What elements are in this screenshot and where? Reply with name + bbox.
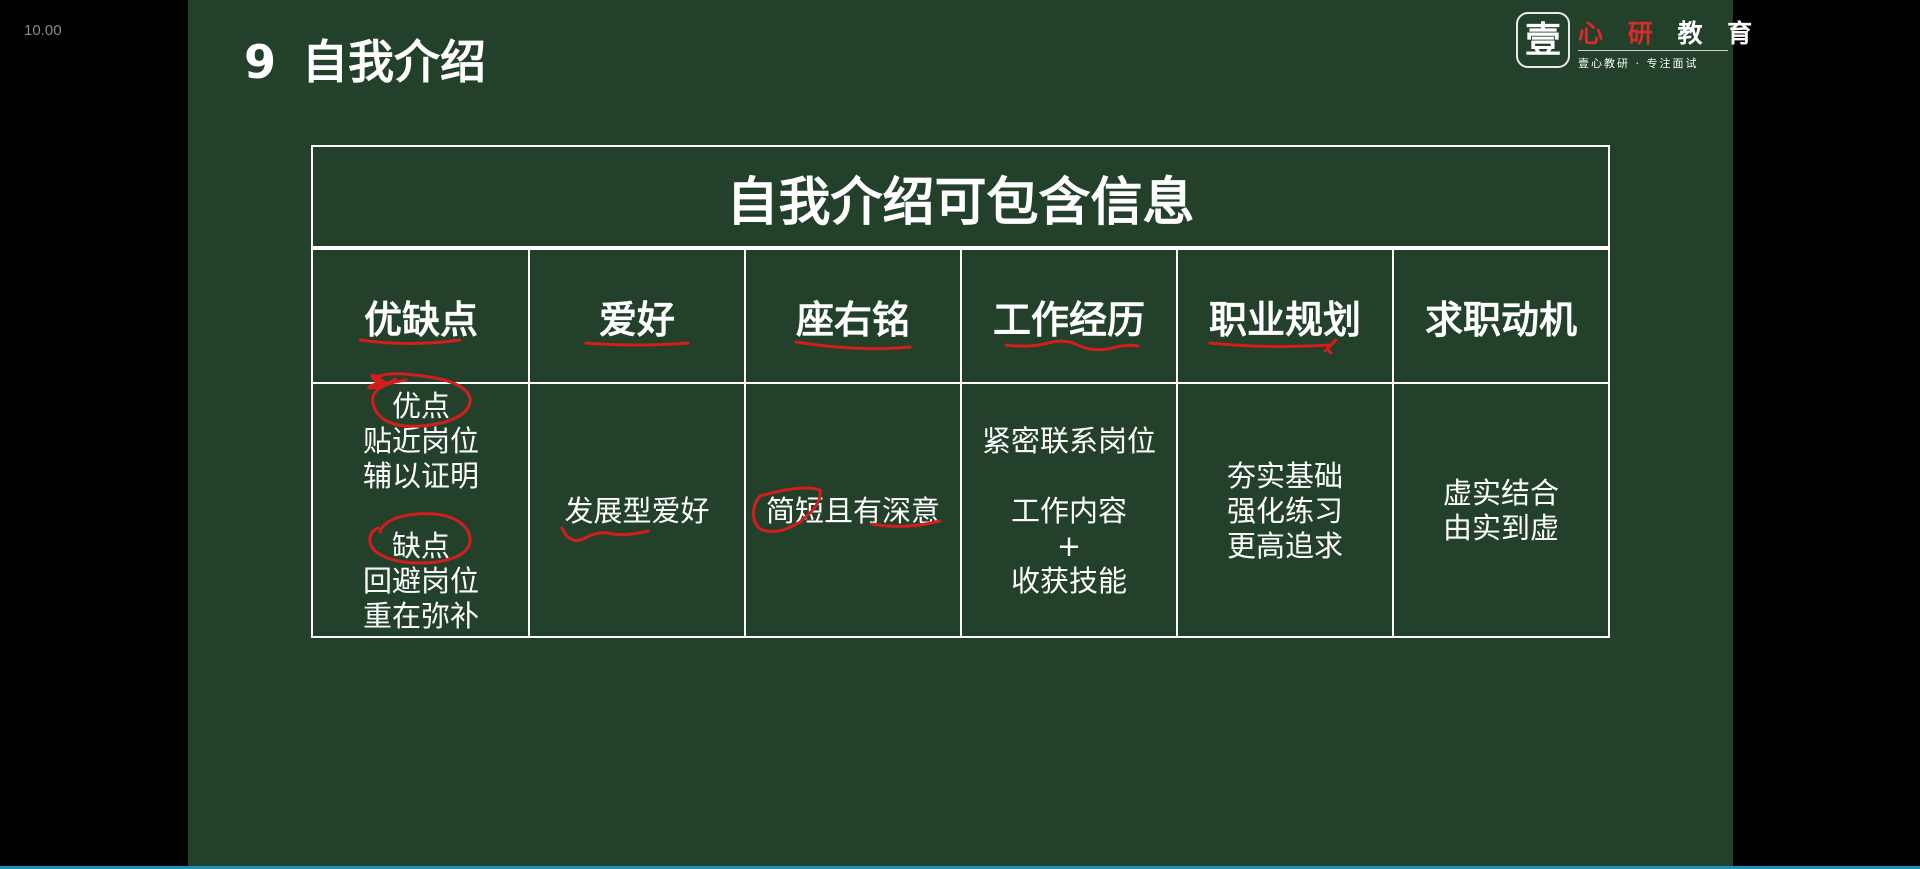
slide-number: 9 (244, 35, 277, 89)
logo-seal-icon: 壹 (1516, 12, 1570, 68)
detail-line: + (1056, 528, 1082, 563)
category-detail: 优点 贴近岗位 辅以证明缺点 回避岗位 重在弥补 (313, 384, 529, 638)
detail-line: 重在弥补 (362, 598, 479, 633)
detail-line: 强化练习 (1226, 493, 1343, 528)
table-heading: 自我介绍可包含信息 (726, 172, 1195, 233)
detail-line: 缺点 (391, 528, 450, 563)
logo-divider (1578, 50, 1728, 51)
detail-line: 贴近岗位 (362, 423, 479, 458)
detail-line: 更高追求 (1226, 528, 1343, 563)
detail-line: 简短且有深意 (765, 493, 940, 528)
detail-line: 工作内容 (1010, 493, 1127, 528)
info-table: 自我介绍可包含信息 优缺点优点 贴近岗位 辅以证明缺点 回避岗位 重在弥补 爱好发展型爱好… (311, 145, 1610, 638)
detail-line: 收获技能 (1010, 563, 1127, 598)
logo-name: 心 研 教 育 (1578, 14, 1760, 50)
detail-line: 紧密联系岗位 (981, 423, 1156, 458)
category-detail: 夯实基础 强化练习 更高追求 (1177, 384, 1393, 638)
detail-line: 夯实基础 (1226, 458, 1343, 493)
category-header: 工作经历 (992, 297, 1145, 342)
detail-line: 回避岗位 (362, 563, 479, 598)
category-header: 职业规划 (1208, 297, 1361, 342)
slide-title: 9 自我介绍 (244, 26, 486, 92)
detail-line: 优点 (391, 388, 450, 423)
category-detail: 发展型爱好 (529, 384, 745, 638)
category-header: 优缺点 (363, 297, 478, 342)
category-header: 座右铭 (795, 297, 910, 342)
category-detail: 紧密联系岗位 工作内容 + 收获技能 (961, 384, 1177, 638)
category-header: 爱好 (598, 297, 675, 342)
brand-logo: 壹 心 研 教 育 壹心教研 · 专注面试 (1516, 12, 1752, 72)
presentation-slide: 9 自我介绍 壹 心 研 教 育 壹心教研 · 专注面试 自我介绍可包含信息 优缺… (188, 0, 1752, 866)
logo-name-red: 心 研 (1578, 19, 1661, 48)
detail-line: 辅以证明 (362, 458, 479, 493)
slide-title-text: 自我介绍 (302, 35, 487, 89)
logo-name-white: 教 育 (1677, 19, 1761, 48)
detail-line: 虚实结合 (1442, 476, 1559, 510)
corner-label: 10.00 (24, 22, 62, 39)
category-header: 求职动机 (1424, 297, 1577, 342)
logo-tagline: 壹心教研 · 专注面试 (1578, 57, 1699, 70)
category-detail: 虚实结合 由实到虚 (1393, 384, 1609, 638)
detail-line: 发展型爱好 (564, 493, 710, 528)
category-detail: 简短且有深意 (745, 384, 961, 638)
detail-line: 由实到虚 (1442, 511, 1559, 545)
